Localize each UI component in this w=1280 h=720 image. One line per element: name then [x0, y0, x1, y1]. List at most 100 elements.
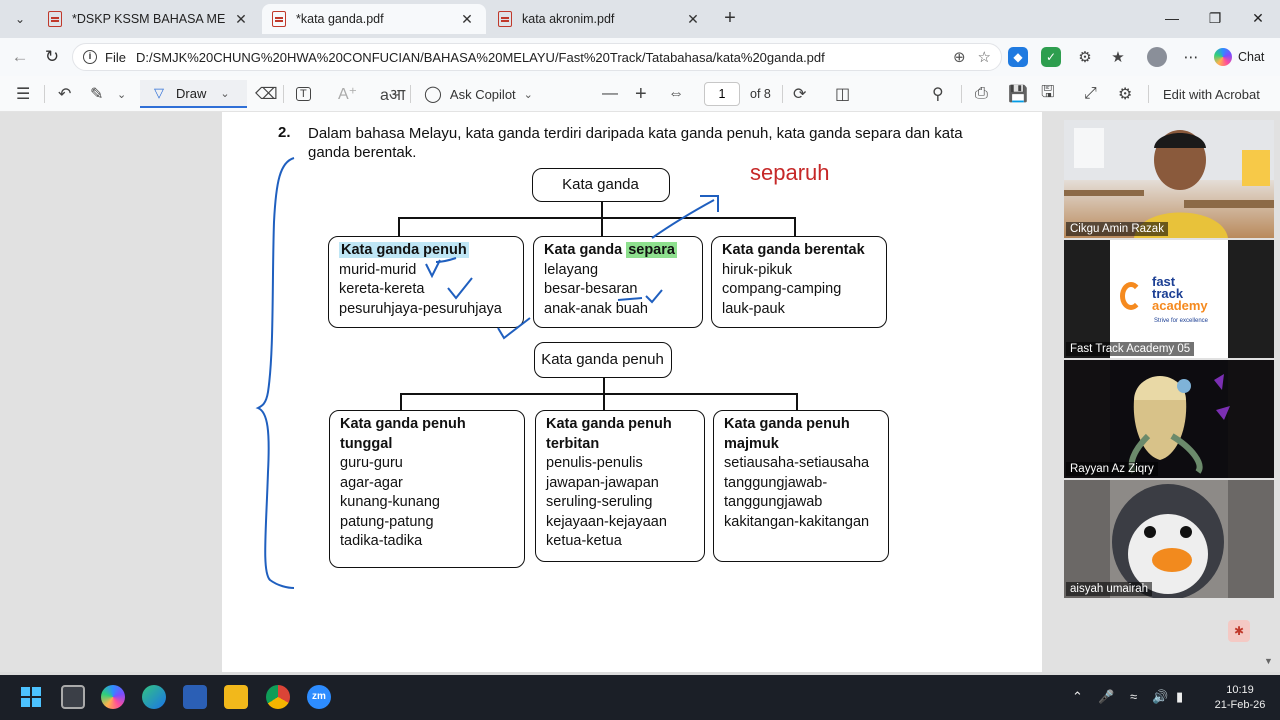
- volume-icon[interactable]: 🔊: [1152, 689, 1168, 705]
- scroll-down-arrow[interactable]: ▼: [1264, 656, 1273, 666]
- copilot-icon[interactable]: [101, 685, 125, 709]
- minimize-button[interactable]: —: [1157, 6, 1187, 30]
- participant-tile[interactable]: aisyah umairah: [1064, 480, 1274, 598]
- print-icon[interactable]: ⎙: [975, 83, 988, 105]
- zoom-app-icon[interactable]: zm: [307, 685, 331, 709]
- cell-item: guru-guru: [340, 455, 403, 471]
- shield-icon[interactable]: ✓: [1041, 47, 1061, 67]
- pen-icon: ▽: [154, 85, 164, 100]
- avatar-penguin-image: [1110, 480, 1228, 598]
- cell-item: seruling-seruling: [546, 494, 653, 510]
- more-icon[interactable]: ⋯: [1181, 47, 1201, 67]
- reload-button[interactable]: ↻: [40, 45, 64, 69]
- participant-name: Rayyan Az Ziqry: [1066, 462, 1158, 476]
- question-number: 2.: [278, 124, 291, 141]
- puzzle-icon[interactable]: ⚙: [1075, 47, 1095, 67]
- connector: [400, 393, 798, 395]
- back-button[interactable]: ←: [8, 45, 32, 69]
- ask-copilot-label: Ask Copilot: [449, 86, 516, 102]
- tree1-cell-penuh: Kata ganda penuh murid-murid kereta-kere…: [328, 236, 524, 328]
- cell-item: pesuruhjaya-pesuruhjaya: [339, 300, 502, 317]
- rotate-icon[interactable]: ⟳: [793, 83, 806, 105]
- eraser-icon[interactable]: ⌫: [255, 83, 278, 105]
- participant-tile[interactable]: Cikgu Amin Razak: [1064, 120, 1274, 238]
- close-window-button[interactable]: ✕: [1243, 6, 1273, 30]
- fullscreen-icon[interactable]: ⤢: [1084, 83, 1097, 105]
- page-view-icon[interactable]: ◫: [835, 83, 850, 105]
- tree1-root-label: Kata ganda: [562, 176, 639, 193]
- draw-label: Draw: [176, 85, 207, 101]
- address-bar[interactable]: i File D:/SMJK%20CHUNG%20HWA%20CONFUCIAN…: [72, 43, 1002, 71]
- translate-icon[interactable]: aआ: [380, 83, 405, 105]
- tree1-cell-berentak: Kata ganda berentak hiruk-pikuk compang-…: [711, 236, 887, 328]
- close-icon[interactable]: ✕: [232, 11, 250, 28]
- page-number-input[interactable]: 1: [704, 82, 740, 106]
- logo-text: academy: [1152, 298, 1208, 313]
- extension-icon[interactable]: ◆: [1008, 47, 1028, 67]
- ask-copilot-button[interactable]: ◯ Ask Copilot ⌄: [424, 83, 533, 105]
- new-tab-button[interactable]: +: [718, 6, 742, 30]
- star-icon[interactable]: ☆: [978, 48, 991, 66]
- tab-kata-ganda[interactable]: *kata ganda.pdf ✕: [262, 4, 486, 34]
- favorites-icon[interactable]: ★: [1108, 47, 1128, 67]
- highlight-icon[interactable]: ✎: [90, 83, 103, 105]
- undo-icon[interactable]: ↶: [58, 83, 71, 105]
- cell-item: jawapan-jawapan: [546, 474, 659, 491]
- zoom-out-button[interactable]: —: [602, 83, 618, 105]
- chevron-down-icon: ⌄: [523, 88, 533, 101]
- zoom-icon[interactable]: ⊕: [953, 48, 966, 66]
- url-text[interactable]: D:/SMJK%20CHUNG%20HWA%20CONFUCIAN/BAHASA…: [136, 50, 825, 65]
- contents-icon[interactable]: ☰: [16, 83, 30, 105]
- cell-heading: majmuk: [724, 435, 779, 452]
- connector: [400, 393, 402, 411]
- chrome-icon[interactable]: [266, 685, 290, 709]
- mic-icon[interactable]: 🎤: [1098, 689, 1114, 705]
- wifi-icon[interactable]: ≈: [1130, 689, 1137, 704]
- participant-tile[interactable]: Rayyan Az Ziqry: [1064, 360, 1274, 478]
- read-aloud-icon: A⁺: [338, 86, 358, 103]
- tab-title: *kata ganda.pdf: [296, 12, 384, 26]
- edit-with-acrobat-button[interactable]: Edit with Acrobat: [1163, 83, 1260, 105]
- tree2-cell-terbitan: Kata ganda penuh terbitan penulis-penuli…: [535, 410, 705, 562]
- tree2-cell-majmuk: Kata ganda penuh majmuk setiausaha-setia…: [713, 410, 889, 562]
- info-icon[interactable]: i: [83, 50, 97, 64]
- close-icon[interactable]: ✕: [684, 11, 702, 28]
- close-icon[interactable]: ✕: [458, 11, 476, 28]
- participant-tile[interactable]: fast track academy Strive for excellence…: [1064, 240, 1274, 358]
- chevron-down-icon[interactable]: ⌄: [117, 83, 126, 105]
- tab-actions-menu[interactable]: ⌄: [6, 6, 34, 32]
- fit-width-icon[interactable]: ⇔: [668, 83, 684, 105]
- divider: [44, 85, 45, 103]
- tray-expand-icon[interactable]: ⌃: [1072, 689, 1083, 705]
- draw-button[interactable]: ▽ Draw ⌄: [140, 80, 247, 108]
- zoom-in-button[interactable]: +: [635, 83, 647, 105]
- clock[interactable]: 10:19 21-Feb-26: [1206, 683, 1274, 713]
- battery-icon[interactable]: ▮: [1176, 689, 1183, 705]
- avatar[interactable]: [1147, 47, 1167, 67]
- cell-item: anak-anak buah: [544, 300, 648, 317]
- task-view-icon[interactable]: [61, 685, 85, 709]
- store-icon[interactable]: [183, 685, 207, 709]
- save-icon[interactable]: 💾: [1008, 83, 1028, 105]
- acrobat-icon[interactable]: ✱: [1228, 620, 1250, 642]
- maximize-button[interactable]: ❐: [1200, 6, 1230, 30]
- tab-dskp[interactable]: *DSKP KSSM BAHASA MELAYU T4 ✕: [38, 4, 260, 34]
- settings-gear-icon[interactable]: ⚙: [1118, 83, 1132, 105]
- cell-item: besar-besaran: [544, 281, 638, 297]
- tab-title: kata akronim.pdf: [522, 12, 615, 26]
- cell-item: penulis-penulis: [546, 455, 643, 471]
- cell-item: kakitangan-kakitangan: [724, 513, 870, 530]
- pdf-toolbar: ☰ ↶ ✎ ⌄ ▽ Draw ⌄ ⌫ T A⁺ aआ ◯ Ask Copilot…: [0, 76, 1280, 112]
- tab-kata-akronim[interactable]: kata akronim.pdf ✕: [488, 4, 712, 34]
- chat-button[interactable]: Chat: [1214, 46, 1264, 68]
- divider: [410, 85, 411, 103]
- search-icon[interactable]: ⚲: [932, 83, 944, 105]
- windows-start-icon[interactable]: [19, 685, 43, 709]
- save-as-icon[interactable]: 🖫: [1041, 83, 1055, 105]
- pdf-page: 2. Dalam bahasa Melayu, kata ganda terdi…: [222, 112, 1042, 672]
- text-box-icon[interactable]: T: [296, 83, 311, 105]
- connector: [796, 393, 798, 411]
- file-explorer-icon[interactable]: [224, 685, 248, 709]
- connector: [603, 393, 605, 411]
- edge-browser-icon[interactable]: [142, 685, 166, 709]
